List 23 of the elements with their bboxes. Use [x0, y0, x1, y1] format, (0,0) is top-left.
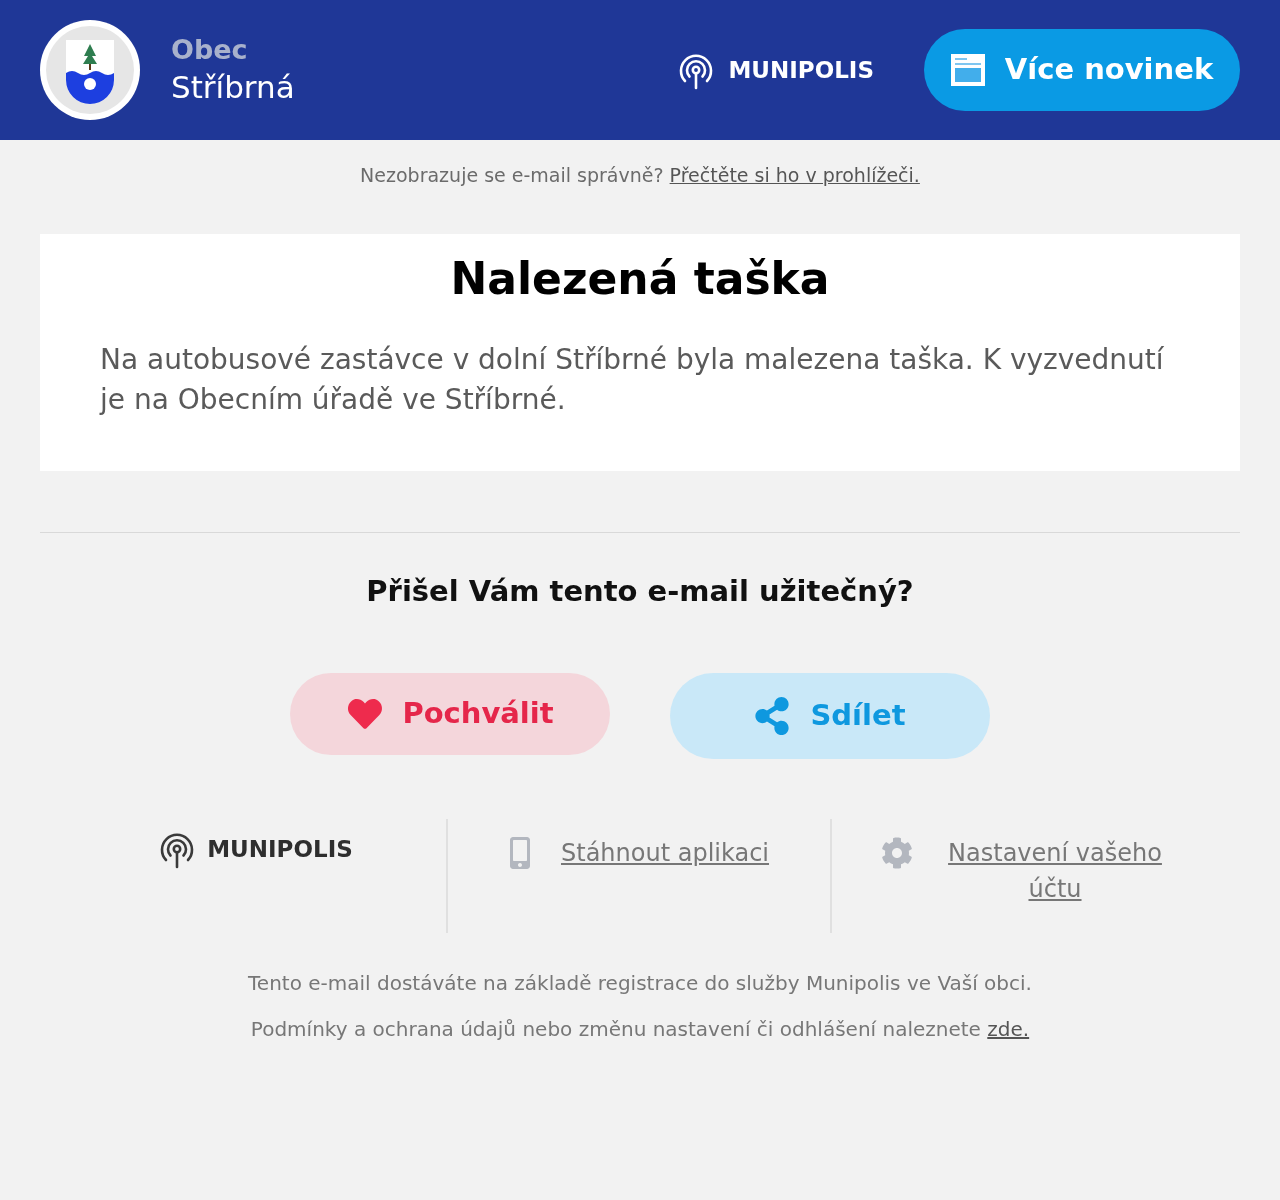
browser-view-link[interactable]: Přečtěte si ho v prohlížeči.	[669, 164, 920, 186]
notice-text: Nezobrazuje se e-mail správně?	[360, 164, 664, 186]
phone-icon	[509, 837, 531, 869]
settings-icon	[880, 837, 913, 869]
heart-icon	[346, 697, 385, 731]
download-app-link[interactable]: Stáhnout aplikaci	[561, 835, 769, 871]
terms-link[interactable]: zde.	[987, 1017, 1030, 1041]
footer-brand-logo-text: MUNIPOLIS	[207, 834, 353, 864]
article-body: Na autobusové zastávce v dolní Stříbrné byla malezena taška. K vyzvednutí je na Obecním úřadě ve Stříbrné.	[100, 342, 1165, 418]
newspaper-icon	[950, 54, 985, 86]
municipality-name: Stříbrná	[171, 68, 295, 107]
feedback-question: Přišel Vám tento e-mail užitečný?	[365, 573, 915, 610]
account-settings-link[interactable]: Nastavení vašeho účtu	[942, 835, 1168, 907]
logo-prefix: Obec	[171, 33, 249, 67]
brand-logo-text: MUNIPOLIS	[728, 55, 874, 85]
terms-text: Podmínky a ochrana údajů nebo změnu nastavení či odhlášení naleznete	[250, 1017, 981, 1041]
praise-button[interactable]: Pochválit	[290, 673, 610, 755]
article-title: Nalezená taška	[449, 254, 831, 304]
share-icon	[754, 697, 791, 735]
share-button[interactable]: Sdílet	[670, 673, 990, 759]
registration-text: Tento e-mail dostáváte na základě registrace do služby Munipolis ve Vaší obci.	[247, 970, 1033, 997]
crest-icon	[40, 20, 140, 120]
more-news-button[interactable]: Více novinek	[924, 29, 1240, 111]
